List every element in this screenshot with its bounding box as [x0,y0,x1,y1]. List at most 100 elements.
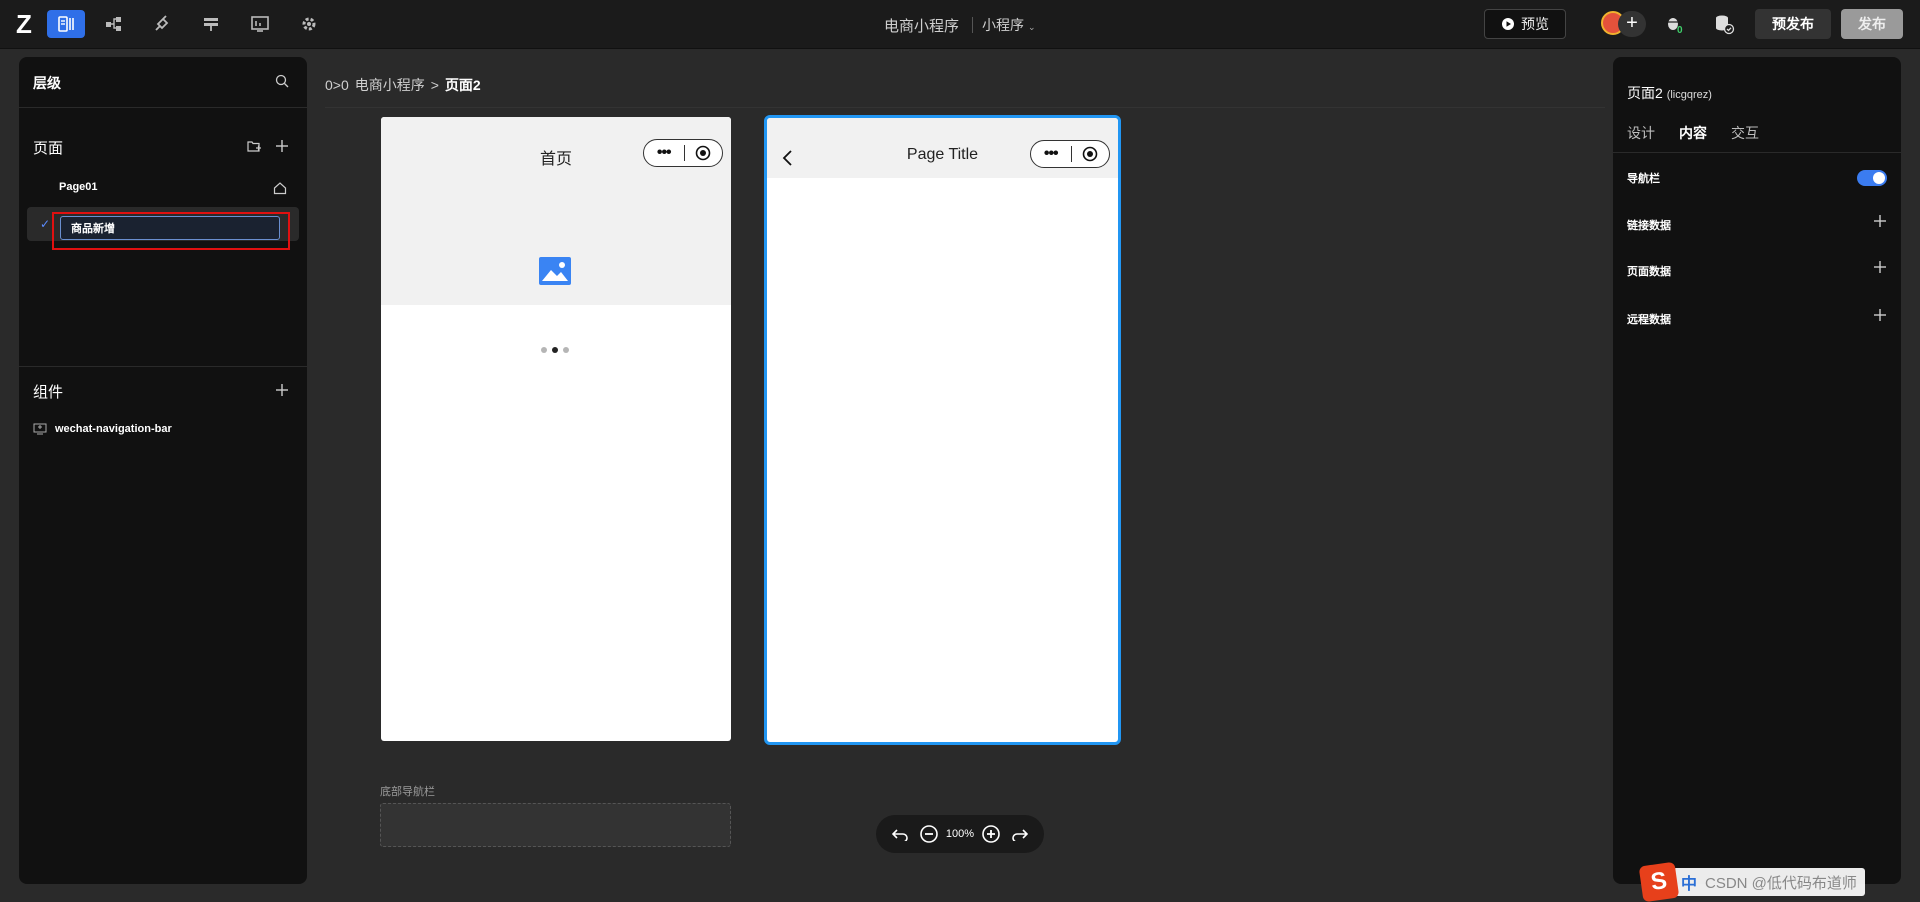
layers-panel-header: 层级 [19,57,307,108]
tab-interaction[interactable]: 交互 [1731,123,1759,143]
close-miniprogram-icon [684,145,722,161]
page-item-page01[interactable]: Page01 [27,171,299,205]
app-logo[interactable]: Z [16,10,38,38]
dashboard-tool-button[interactable] [241,10,279,38]
properties-tabs: 设计 内容 交互 [1627,123,1759,143]
plugin-icon [155,15,169,31]
tab-content[interactable]: 内容 [1679,123,1707,143]
components-section-actions [275,383,289,397]
component-item-label: wechat-navigation-bar [55,423,172,435]
redo-icon [1011,829,1028,841]
undo-icon [892,829,908,841]
component-icon [33,423,47,435]
project-title: 电商小程序 [884,18,960,35]
pages-section-actions [247,139,289,153]
bottom-nav-dropzone[interactable] [380,803,731,847]
page-data-label: 页面数据 [1627,266,1671,278]
image-placeholder-icon [539,257,571,285]
add-folder-icon[interactable] [247,139,261,153]
top-toolbar: Z 电商小程序 小程序 ⌄ 预览 + 0 预发布 发布 [0,0,1920,49]
svg-text:0: 0 [1677,25,1683,35]
add-page-data-icon[interactable] [1873,260,1887,274]
play-icon [1502,18,1514,30]
settings-tool-button[interactable] [290,10,328,38]
project-type-label: 小程序 [982,17,1024,33]
zoom-in-icon [982,825,1001,843]
phone-preview-page2[interactable]: Page Title ••• [764,115,1121,745]
zoom-out-button[interactable] [918,823,940,845]
add-remote-data-icon[interactable] [1873,308,1887,322]
canvas-ruler-line [325,107,1605,108]
undo-button[interactable] [889,823,911,845]
add-link-data-icon[interactable] [1873,214,1887,228]
wechat-capsule[interactable]: ••• [1030,140,1110,168]
add-collaborator-button[interactable]: + [1618,11,1646,37]
panel-divider [19,366,307,367]
database-icon [1716,15,1735,35]
plugin-tool-button[interactable] [143,10,181,38]
navbar-setting-row: 导航栏 [1627,165,1887,189]
ime-toolbar: S 中 CSDN @低代码布道师 [1638,861,1865,902]
breadcrumb-current: 页面2 [444,77,481,93]
title-divider [972,17,973,33]
bug-icon: 0 [1666,18,1683,35]
page-rename-input[interactable] [60,216,280,240]
breadcrumb-parent[interactable]: 电商小程序 [355,75,425,95]
add-page-icon[interactable] [275,139,289,153]
page-id: (licgqrez) [1666,89,1712,101]
tabs-divider [1613,152,1901,153]
breadcrumb-icon: 0>0 [325,77,349,93]
components-section-title: 组件 [33,384,64,401]
search-icon[interactable] [275,74,289,88]
swiper-banner[interactable] [381,177,731,353]
page-name-heading: 页面2 (licgqrez) [1627,83,1712,103]
flow-icon [106,17,121,31]
debug-button[interactable]: 0 [1662,11,1688,37]
swiper-indicators [541,347,569,353]
navbar-label: 导航栏 [1627,173,1660,185]
settings-icon [302,17,316,31]
breadcrumb: 0>0 电商小程序 > 页面2 [325,75,481,95]
page-data-row: 页面数据 [1627,258,1887,282]
chevron-down-icon: ⌄ [1028,22,1036,32]
navigation-bar[interactable]: 首页 ••• [381,117,731,177]
database-button[interactable] [1711,11,1737,37]
link-data-label: 链接数据 [1627,220,1671,232]
ime-language[interactable]: 中 [1681,870,1697,894]
prepublish-button[interactable]: 预发布 [1755,9,1831,39]
flow-tool-button[interactable] [95,10,133,38]
navigation-bar[interactable]: Page Title ••• [767,118,1118,178]
add-component-icon[interactable] [275,383,289,397]
pages-tool-button[interactable] [47,10,85,38]
check-icon: ✓ [40,217,51,231]
pages-icon [58,16,74,32]
wechat-capsule[interactable]: ••• [643,139,723,167]
ime-logo[interactable]: S [1638,861,1680,902]
link-data-row: 链接数据 [1627,212,1887,236]
phone-preview-home[interactable]: 首页 ••• [381,117,731,741]
layers-title: 层级 [33,75,61,91]
bottom-nav-label: 底部导航栏 [380,786,435,798]
close-miniprogram-icon [1071,146,1109,162]
watermark-text: CSDN @低代码布道师 [1705,874,1857,892]
zoom-in-button[interactable] [980,823,1002,845]
home-icon [273,182,287,195]
navbar-toggle[interactable] [1857,170,1887,186]
layers-panel: 层级 页面 Page01 ✓ 组件 wechat-navigation-bar [19,57,307,884]
zoom-level: 100% [945,828,975,840]
layout-tool-button[interactable] [192,10,230,38]
pages-section-title: 页面 [33,140,64,157]
breadcrumb-separator: > [430,77,439,93]
publish-button[interactable]: 发布 [1841,9,1903,39]
remote-data-row: 远程数据 [1627,306,1887,330]
project-type-dropdown[interactable]: 小程序 ⌄ [982,15,1036,35]
preview-button[interactable]: 预览 [1484,9,1566,39]
component-item[interactable]: wechat-navigation-bar [33,423,172,435]
redo-button[interactable] [1009,823,1031,845]
tab-design[interactable]: 设计 [1627,123,1655,143]
ime-bar: 中 CSDN @低代码布道师 [1673,868,1865,896]
preview-label: 预览 [1521,16,1549,32]
more-icon: ••• [1043,145,1059,162]
page-item-label: Page01 [59,181,98,193]
properties-panel: 页面2 (licgqrez) 设计 内容 交互 导航栏 链接数据 页面数据 远程… [1613,57,1901,884]
